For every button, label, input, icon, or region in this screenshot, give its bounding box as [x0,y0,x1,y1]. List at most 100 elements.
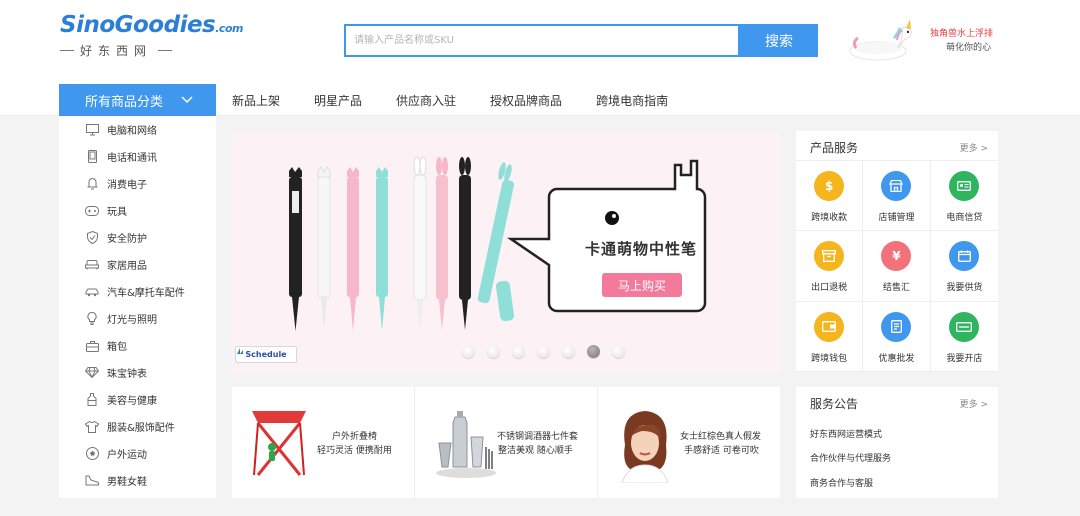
notice-title: 服务公告 [810,397,859,411]
header: SinoGoodies.com 好东西网 搜索 独角兽水上浮排 萌化你的心 [0,0,1080,84]
nav-new-arrivals[interactable]: 新品上架 [232,92,280,109]
nav-authorized-brands[interactable]: 授权品牌商品 [490,92,562,109]
featured-products: 户外折叠椅 轻巧灵活 便携耐用 不锈钢调酒器七件套 整洁美观 随心顺手 女士红棕… [232,387,780,498]
all-categories-label: 所有商品分类 [85,94,164,110]
shoe-icon [85,474,99,488]
header-promo[interactable]: 独角兽水上浮排 萌化你的心 [846,18,1026,68]
chevron-down-icon [181,96,193,104]
product-card-title: 女士红棕色真人假发 [680,432,762,442]
main-nav: 新品上架 明星产品 供应商入驻 授权品牌商品 跨境电商指南 [232,84,702,116]
category-item[interactable]: 电话和通讯 [59,143,216,170]
service-cross-border-wallet[interactable]: 跨境钱包 [796,301,864,372]
services-grid: $ 跨境收款 店铺管理 电商信贷 出口退税 ¥ 结售汇 我要供货 跨境钱包 优惠批发… [796,160,998,372]
carousel-dot[interactable] [537,345,550,358]
all-categories-button[interactable]: 所有商品分类 [59,84,216,116]
buy-now-button[interactable]: 马上购买 [602,273,682,297]
notice-item[interactable]: 好东西网运营模式 [810,427,882,440]
logo-subtitle: 好东西网 [60,42,215,59]
promo-title: 独角兽水上浮排 [930,29,994,39]
store-icon [881,171,912,201]
folding-chair-icon [252,411,306,476]
sofa-icon [85,258,99,272]
schedule-badge[interactable]: Schedule [235,346,297,363]
product-card[interactable]: 不锈钢调酒器七件套 整洁美观 随心顺手 [415,387,598,498]
exchange-icon: ¥ [881,241,912,272]
open-shop-icon [949,311,980,342]
carousel-dot[interactable] [562,345,575,358]
notice-item[interactable]: 商务合作与客服 [810,476,873,489]
wallet-icon [814,311,845,342]
wig-model-icon [621,411,669,483]
carousel-dot[interactable] [512,345,525,358]
product-card-subtitle: 轻巧灵活 便携耐用 [317,446,392,456]
service-store-management[interactable]: 店铺管理 [863,161,931,232]
tag-icon [881,311,912,342]
product-card-subtitle: 手感舒适 可卷可吹 [684,446,759,456]
carousel-dot[interactable] [462,345,475,358]
service-notice-panel: 服务公告 更多 > 好东西网运营模式 合作伙伴与代理服务 商务合作与客服 [796,387,998,498]
service-open-shop[interactable]: 我要开店 [930,302,998,372]
category-sidebar: 电脑和网络 电话和通讯 消费电子 玩具 安全防护 家居用品 汽车&摩托车配件 灯… [59,116,216,498]
service-supply[interactable]: 我要供货 [930,231,998,302]
service-wholesale-discount[interactable]: 优惠批发 [863,301,931,372]
gamepad-icon [85,204,99,218]
banner-title: 卡通萌物中性笔 [585,240,698,258]
search-input[interactable] [346,26,738,55]
product-card-subtitle: 整洁美观 随心顺手 [498,446,573,456]
bag-icon [85,339,99,353]
logo-wordmark: SinoGoodies.com [60,12,243,38]
category-item[interactable]: 玩具 [59,197,216,224]
nav-star-products[interactable]: 明星产品 [314,92,362,109]
ball-icon [85,447,99,461]
category-item[interactable]: 户外运动 [59,440,216,467]
hero-banner[interactable]: 卡通萌物中性笔 马上购买 Schedule [232,131,780,372]
site-logo[interactable]: SinoGoodies.com 好东西网 [60,12,243,60]
shield-icon [85,231,99,245]
service-cross-border-payment[interactable]: $ 跨境收款 [796,161,864,232]
diamond-icon [85,366,99,380]
notice-more-link[interactable]: 更多 > [960,397,988,410]
bottle-icon [85,393,99,407]
bulb-icon [85,312,99,326]
product-card[interactable]: 女士红棕色真人假发 手感舒适 可卷可吹 [598,387,780,498]
car-icon [85,285,99,299]
search-button[interactable]: 搜索 [740,24,818,57]
services-more-link[interactable]: 更多 > [960,141,988,154]
unicorn-float-icon [849,19,913,61]
monitor-icon [85,123,99,137]
shirt-icon [85,420,99,434]
category-item[interactable]: 男鞋女鞋 [59,467,216,494]
category-item[interactable]: 家居用品 [59,251,216,278]
carousel-dot[interactable] [612,345,625,358]
product-card[interactable]: 户外折叠椅 轻巧灵活 便携耐用 [232,387,415,498]
phone-icon [85,150,99,164]
coin-icon: $ [814,171,845,201]
nav-supplier-join[interactable]: 供应商入驻 [396,92,456,109]
service-export-tax-refund[interactable]: 出口退税 [796,231,864,302]
services-title: 产品服务 [810,141,859,155]
category-item[interactable]: 汽车&摩托车配件 [59,278,216,305]
service-ecommerce-credit[interactable]: 电商信贷 [930,161,998,232]
category-item[interactable]: 灯光与照明 [59,305,216,332]
card-icon [949,171,980,201]
calendar-icon [949,241,980,272]
carousel-dot[interactable] [487,345,500,358]
service-foreign-exchange[interactable]: ¥ 结售汇 [863,231,931,302]
category-item[interactable]: 安全防护 [59,224,216,251]
product-card-title: 不锈钢调酒器七件套 [497,432,579,442]
schedule-logo-icon [237,348,243,354]
notice-item[interactable]: 合作伙伴与代理服务 [810,451,891,464]
product-card-title: 户外折叠椅 [332,432,378,442]
carousel-dots [462,345,625,358]
category-item[interactable]: 珠宝钟表 [59,359,216,386]
bell-icon [85,177,99,191]
category-item[interactable]: 消费电子 [59,170,216,197]
category-item[interactable]: 美容与健康 [59,386,216,413]
product-services-panel: 产品服务 更多 > $ 跨境收款 店铺管理 电商信贷 出口退税 ¥ 结售汇 我要供货… [796,131,998,372]
category-item[interactable]: 箱包 [59,332,216,359]
carousel-dot-active[interactable] [587,345,600,358]
cartoon-pens-illustration [289,156,707,331]
category-item[interactable]: 电脑和网络 [59,116,216,143]
category-item[interactable]: 服装&服饰配件 [59,413,216,440]
nav-ecommerce-guide[interactable]: 跨境电商指南 [596,92,668,109]
